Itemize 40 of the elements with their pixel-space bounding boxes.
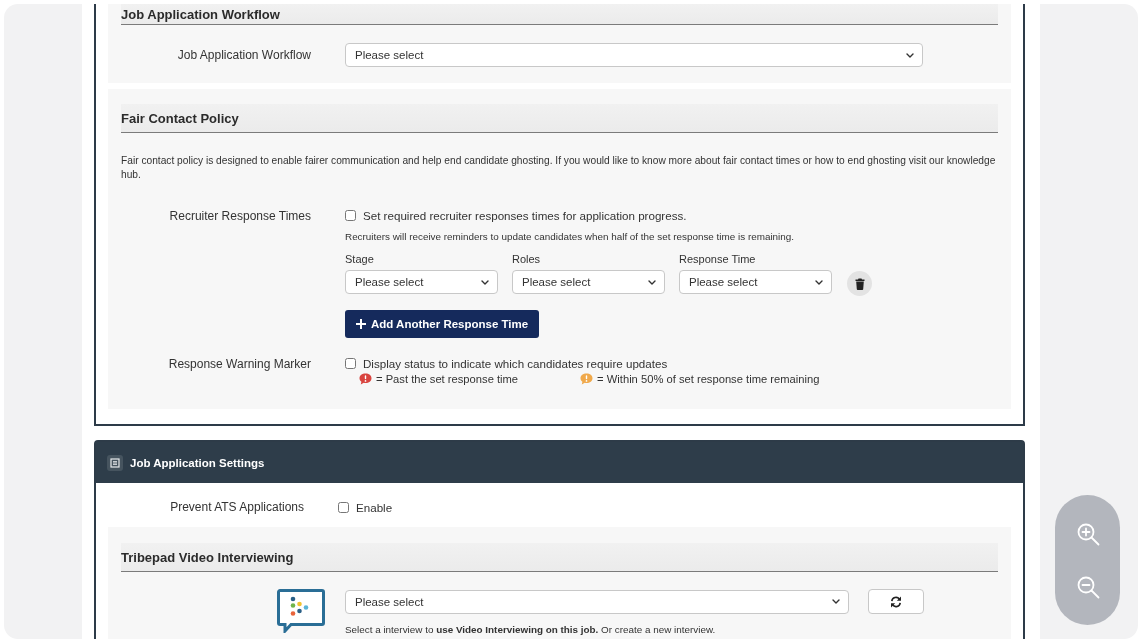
select-field[interactable]: Please select bbox=[345, 43, 923, 67]
add-response-time-button[interactable]: Add Another Response Time bbox=[345, 310, 540, 338]
select-field[interactable]: Please select bbox=[679, 270, 832, 294]
field-label: Job Application Workflow bbox=[176, 48, 311, 62]
caret-icon bbox=[648, 279, 656, 285]
checkbox[interactable] bbox=[345, 358, 356, 369]
caret-icon bbox=[906, 52, 914, 58]
checkbox-label: Set required recruiter responses times for application progress. bbox=[363, 209, 687, 222]
trash-icon bbox=[854, 277, 865, 290]
policy-description: Fair contact policy is designed to enable fairer communication and help end candidate ghosting. If you would like to know more about fair contact times or how to end ghosting visit our knowledge hub. bbox=[121, 154, 997, 182]
list-icon bbox=[107, 454, 123, 471]
field-label: Response Warning Marker bbox=[167, 357, 311, 373]
select-field[interactable]: Please select bbox=[512, 270, 665, 294]
checkbox-label: Display status to indicate which candidates require updates bbox=[363, 357, 668, 370]
column-label: Stage bbox=[345, 253, 375, 265]
dotted-speech-bubble-icon bbox=[277, 589, 325, 633]
help-text: Recruiters will receive reminders to update candidates when half of the set response time is remaining. bbox=[345, 231, 794, 242]
select-field[interactable]: Please select bbox=[345, 270, 498, 294]
legend-text: = Within 50% of set response time remaining bbox=[597, 373, 820, 385]
refresh-icon bbox=[890, 595, 902, 608]
field-label: Recruiter Response Times bbox=[168, 209, 311, 225]
help-text: Select a interview to use Video Interviewing on this job. Or create a new interview. bbox=[345, 624, 716, 635]
field-label: Prevent ATS Applications bbox=[169, 500, 304, 514]
checkbox[interactable] bbox=[345, 210, 356, 221]
column-label: Response Time bbox=[679, 253, 757, 265]
delete-button[interactable] bbox=[847, 271, 872, 296]
caret-icon bbox=[832, 599, 840, 604]
caret-icon bbox=[481, 279, 489, 285]
legend-text: = Past the set response time bbox=[376, 373, 519, 385]
caret-icon bbox=[815, 279, 823, 285]
plus-icon bbox=[356, 319, 366, 329]
card-title: Job Application Settings bbox=[130, 456, 265, 469]
column-label: Roles bbox=[512, 253, 542, 265]
checkbox-label: Enable bbox=[356, 500, 393, 514]
section-title: Fair Contact Policy bbox=[121, 110, 239, 126]
select-field[interactable]: Please select bbox=[345, 589, 849, 614]
refresh-button[interactable] bbox=[868, 589, 924, 614]
section-title: Tribepad Video Interviewing bbox=[121, 549, 294, 565]
checkbox[interactable] bbox=[338, 501, 349, 513]
section-title: Job Application Workflow bbox=[121, 6, 280, 22]
